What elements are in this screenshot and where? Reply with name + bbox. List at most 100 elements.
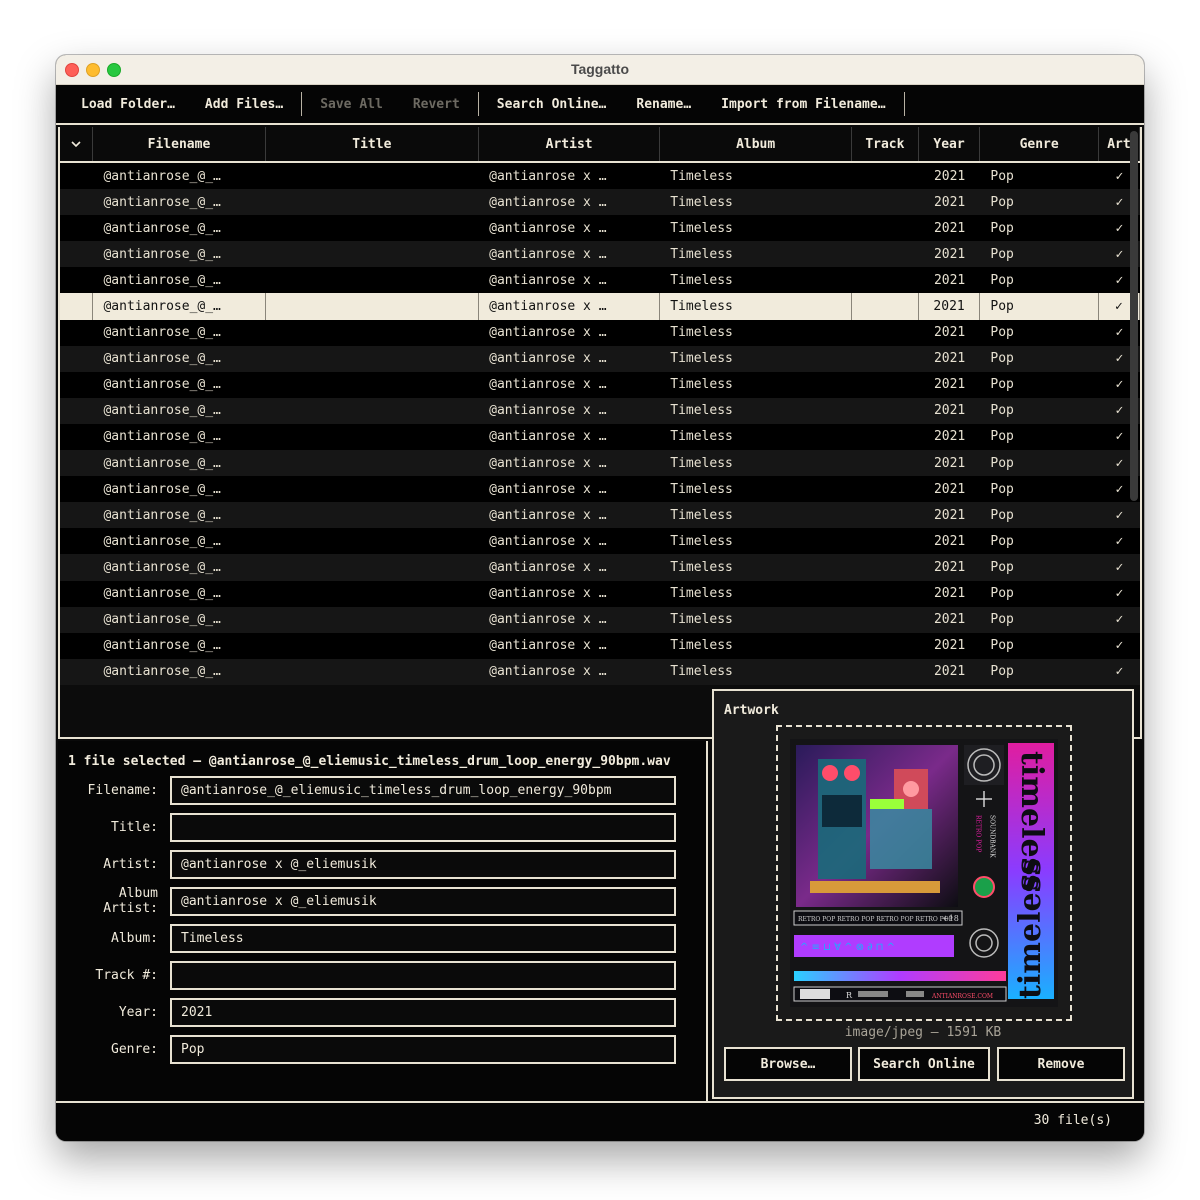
search-artwork-online-button[interactable]: Search Online	[858, 1047, 990, 1081]
cell-artist: @antianrose x …	[489, 612, 607, 628]
cell-track	[852, 528, 919, 554]
cell-track	[852, 659, 919, 685]
cell-artist: @antianrose x …	[489, 507, 607, 523]
cell-track	[852, 189, 919, 215]
cell-art: ✓	[1115, 664, 1124, 680]
search-online-button[interactable]: Search Online…	[482, 97, 622, 112]
year-label: Year:	[118, 1004, 158, 1020]
field-row-year: Year:	[58, 997, 676, 1027]
artist-field[interactable]	[170, 849, 676, 879]
cover-side-text-2: RETRO POP	[975, 815, 982, 852]
cell-genre: Pop	[990, 351, 1014, 367]
row-gutter	[60, 476, 93, 502]
column-header-artist[interactable]: Artist	[479, 127, 661, 161]
cell-title	[266, 241, 479, 267]
cell-filename: @antianrose_@_…	[93, 293, 266, 320]
column-header-genre[interactable]: Genre	[980, 127, 1099, 161]
cell-artist: @antianrose x …	[489, 481, 607, 497]
table-row[interactable]: @antianrose_@_… @antianrose x … Timeless 20…	[60, 528, 1140, 555]
save-all-button[interactable]: Save All	[305, 97, 398, 112]
cell-title	[266, 528, 479, 554]
cover-title-bottom: timeless	[1013, 859, 1048, 999]
browse-artwork-button[interactable]: Browse…	[724, 1047, 852, 1081]
cell-year: 2021	[933, 481, 966, 497]
cell-artist: @antianrose x …	[489, 272, 607, 288]
table-row[interactable]: @antianrose_@_… @antianrose x … Timeless 20…	[60, 267, 1140, 294]
table-row[interactable]: @antianrose_@_… @antianrose x … Timeless 20…	[60, 163, 1140, 190]
title-field[interactable]	[170, 812, 676, 842]
cell-filename: @antianrose_@_…	[103, 272, 221, 288]
table-scrollbar[interactable]	[1130, 131, 1138, 501]
import-from-filename-button[interactable]: Import from Filename…	[706, 97, 900, 112]
cell-title	[266, 424, 479, 450]
cell-track	[852, 293, 919, 320]
column-header-year[interactable]: Year	[919, 127, 981, 161]
album-field[interactable]	[170, 923, 676, 953]
table-row[interactable]: @antianrose_@_… @antianrose x … Timeless 20…	[60, 397, 1140, 424]
table-row[interactable]: @antianrose_@_… @antianrose x … Timeless 20…	[60, 345, 1140, 372]
table-row[interactable]: @antianrose_@_… @antianrose x … Timeless 20…	[60, 189, 1140, 216]
table-row[interactable]: @antianrose_@_… @antianrose x … Timeless 20…	[60, 580, 1140, 607]
cell-genre: Pop	[990, 325, 1014, 341]
cell-filename: @antianrose_@_…	[103, 168, 221, 184]
remove-artwork-button[interactable]: Remove	[997, 1047, 1125, 1081]
table-row[interactable]: @antianrose_@_… @antianrose x … Timeless 20…	[60, 371, 1140, 398]
cell-year: 2021	[933, 403, 966, 419]
cell-year: 2021	[933, 507, 966, 523]
toolbar-separator	[903, 92, 905, 116]
table-row[interactable]: @antianrose_@_… @antianrose x … Timeless 20…	[60, 606, 1140, 633]
year-field[interactable]	[170, 997, 676, 1027]
table-row[interactable]: @antianrose_@_… @antianrose x … Timeless 20…	[60, 319, 1140, 346]
table-row[interactable]: @antianrose_@_… @antianrose x … Timeless 20…	[60, 502, 1140, 529]
cell-genre: Pop	[990, 168, 1014, 184]
cell-year: 2021	[933, 455, 966, 471]
column-header-track[interactable]: Track	[852, 127, 919, 161]
add-files-button[interactable]: Add Files…	[190, 97, 298, 112]
cell-artist: @antianrose x …	[489, 429, 607, 445]
cell-album: Timeless	[670, 559, 733, 575]
cell-album: Timeless	[670, 507, 733, 523]
cell-track	[852, 267, 919, 293]
column-header-filename[interactable]: Filename	[93, 127, 266, 161]
rename-button[interactable]: Rename…	[621, 97, 706, 112]
table-row[interactable]: @antianrose_@_… @antianrose x … Timeless 20…	[60, 632, 1140, 659]
field-row-album: Album:	[58, 923, 676, 953]
svg-text:^ ≡ ⊔ ∀ ^ ⊗ ∂ ⊓ ^: ^ ≡ ⊔ ∀ ^ ⊗ ∂ ⊓ ^	[800, 942, 895, 953]
tag-editor-panel: 1 file selected — @antianrose_@_eliemusi…	[58, 741, 708, 1101]
artwork-dropzone[interactable]: RETRO POP SOUNDBANK timeless timeless RE…	[776, 725, 1072, 1021]
cell-album: Timeless	[670, 586, 733, 602]
album-artist-field[interactable]	[170, 886, 676, 916]
table-row[interactable]: @antianrose_@_… @antianrose x … Timeless 20…	[60, 476, 1140, 503]
cell-album: Timeless	[670, 220, 733, 236]
table-row[interactable]: @antianrose_@_… @antianrose x … Timeless 20…	[60, 241, 1140, 268]
cell-artist: @antianrose x …	[489, 559, 607, 575]
cell-genre: Pop	[990, 429, 1014, 445]
table-row[interactable]: @antianrose_@_… @antianrose x … Timeless 20…	[60, 423, 1140, 451]
cell-art: ✓	[1115, 638, 1124, 654]
cell-filename: @antianrose_@_…	[103, 194, 221, 210]
file-table: Filename Title Artist Album Track Year G…	[58, 127, 1142, 739]
cell-title	[266, 607, 479, 633]
table-row[interactable]: @antianrose_@_… @antianrose x … Timeless 20…	[60, 658, 1140, 685]
column-header-album[interactable]: Album	[660, 127, 853, 161]
cell-art: ✓	[1115, 612, 1124, 628]
track-field[interactable]	[170, 960, 676, 990]
cell-filename: @antianrose_@_…	[103, 664, 221, 680]
column-header-title[interactable]: Title	[266, 127, 480, 161]
cell-filename: @antianrose_@_…	[103, 586, 221, 602]
genre-field[interactable]	[170, 1034, 676, 1064]
cell-art: ✓	[1115, 559, 1124, 575]
filename-field[interactable]	[170, 775, 676, 805]
cell-track	[852, 607, 919, 633]
selection-label: 1 file selected — @antianrose_@_eliemusi…	[68, 754, 671, 769]
table-row[interactable]: @antianrose_@_… @antianrose x … Timeless 20…	[60, 554, 1140, 581]
cell-title	[266, 450, 479, 476]
table-row[interactable]: @antianrose_@_… @antianrose x … Timeless 20…	[60, 293, 1140, 320]
revert-button[interactable]: Revert	[398, 97, 475, 112]
table-row[interactable]: @antianrose_@_… @antianrose x … Timeless 20…	[60, 215, 1140, 242]
load-folder-button[interactable]: Load Folder…	[66, 97, 190, 112]
cell-track	[852, 581, 919, 607]
column-toggle[interactable]	[60, 127, 94, 161]
table-row[interactable]: @antianrose_@_… @antianrose x … Timeless 20…	[60, 450, 1140, 477]
cell-genre: Pop	[990, 533, 1014, 549]
